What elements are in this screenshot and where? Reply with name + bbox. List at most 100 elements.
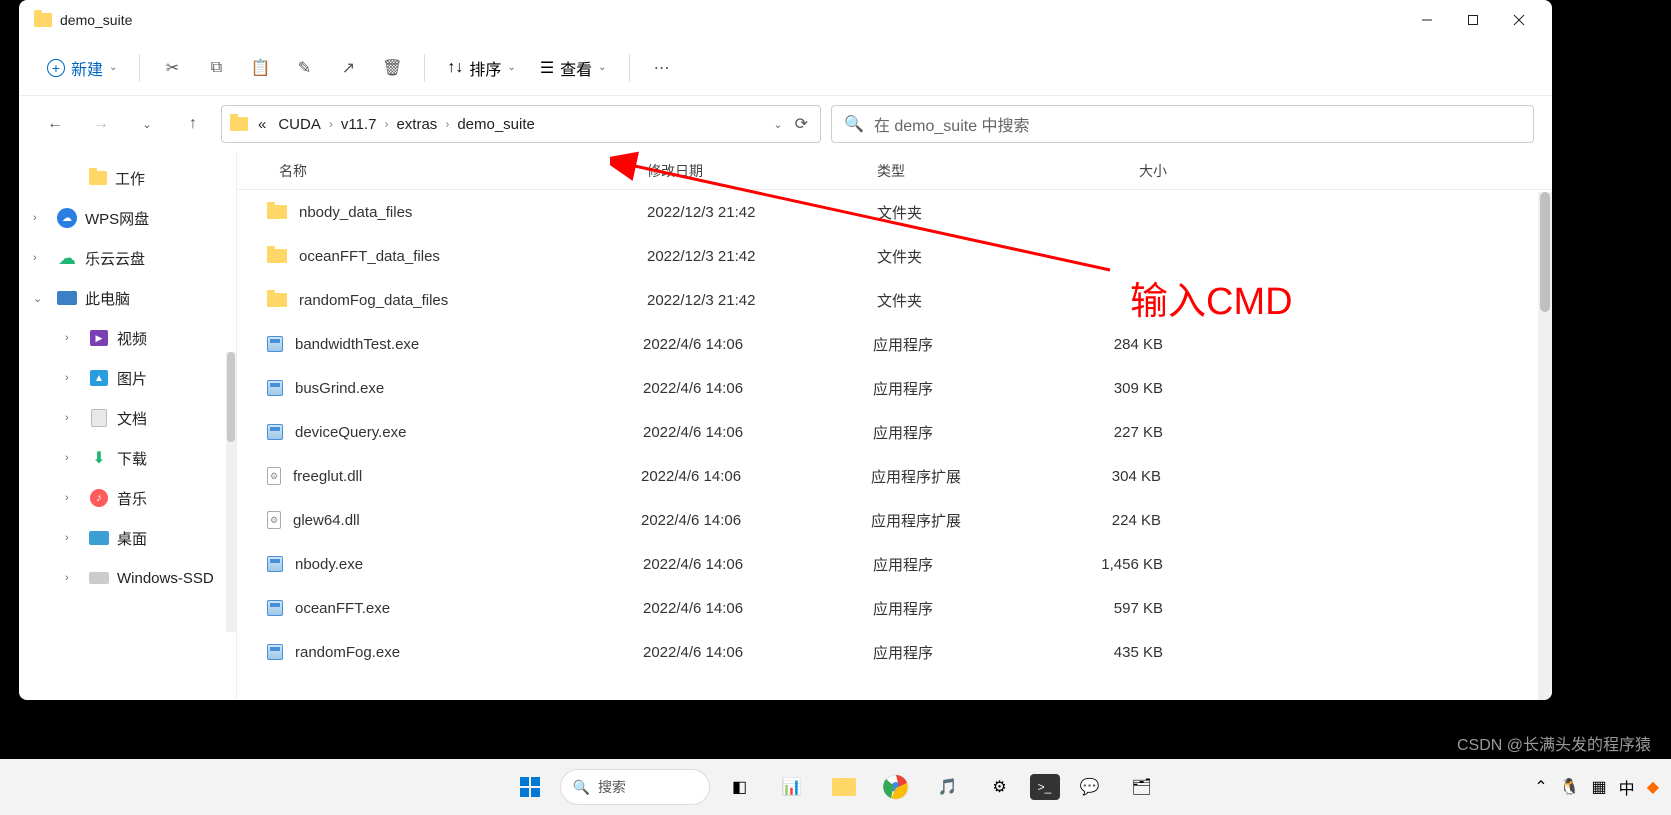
recent-button[interactable]: ⌄ <box>129 106 165 142</box>
copy-icon[interactable]: ⧉ <box>196 48 236 88</box>
music-icon[interactable]: 🎵 <box>926 765 970 809</box>
view-button[interactable]: ☰ 查看 ⌄ <box>530 50 617 86</box>
close-button[interactable] <box>1496 4 1542 36</box>
chevron-icon: › <box>33 252 49 264</box>
more-icon[interactable]: ⋯ <box>642 48 682 88</box>
file-type: 应用程序 <box>873 642 1053 663</box>
explorer-icon[interactable] <box>822 765 866 809</box>
chevron-icon: › <box>33 212 49 224</box>
sidebar-item-label: 此电脑 <box>85 288 130 309</box>
file-row[interactable]: bandwidthTest.exe2022/4/6 14:06应用程序284 K… <box>237 322 1552 366</box>
tray-icon[interactable]: ▦ <box>1592 777 1607 797</box>
breadcrumb-item[interactable]: demo_suite <box>453 114 539 135</box>
terminal-icon[interactable]: >_ <box>1030 774 1060 800</box>
breadcrumb-item[interactable]: extras <box>392 114 441 135</box>
taskbar-search[interactable]: 🔍搜索 <box>560 769 710 805</box>
file-row[interactable]: deviceQuery.exe2022/4/6 14:06应用程序227 KB <box>237 410 1552 454</box>
sidebar-item-label: 工作 <box>115 168 145 189</box>
chevron-icon: › <box>65 532 81 544</box>
settings-icon[interactable]: ⚙ <box>978 765 1022 809</box>
chrome-icon[interactable] <box>874 765 918 809</box>
chevron-down-icon[interactable]: ⌄ <box>769 114 786 135</box>
minimize-button[interactable] <box>1404 4 1450 36</box>
column-name[interactable]: 名称 <box>237 161 647 181</box>
sidebar-item[interactable]: ›桌面 <box>19 518 236 558</box>
breadcrumb-item[interactable]: CUDA <box>274 114 325 135</box>
chevron-down-icon: ⌄ <box>598 62 606 73</box>
file-row[interactable]: busGrind.exe2022/4/6 14:06应用程序309 KB <box>237 366 1552 410</box>
paste-icon[interactable]: 📋 <box>240 48 280 88</box>
exe-icon <box>267 380 283 396</box>
sidebar-item[interactable]: ›文档 <box>19 398 236 438</box>
app-icon[interactable]: 📊 <box>770 765 814 809</box>
scrollbar-thumb[interactable] <box>227 352 235 442</box>
breadcrumb-item[interactable]: v11.7 <box>337 114 381 135</box>
column-size[interactable]: 大小 <box>1057 161 1187 181</box>
file-type: 应用程序 <box>873 598 1053 619</box>
scrollbar-thumb[interactable] <box>1540 192 1550 312</box>
wechat-icon[interactable]: 💬 <box>1068 765 1112 809</box>
pic-icon: ▲ <box>89 368 109 388</box>
search-input[interactable]: 🔍 在 demo_suite 中搜索 <box>831 105 1534 143</box>
taskview-icon[interactable]: ◧ <box>718 765 762 809</box>
file-row[interactable]: oceanFFT_data_files2022/12/3 21:42文件夹 <box>237 234 1552 278</box>
titlebar[interactable]: demo_suite <box>19 0 1552 40</box>
desktop-icon <box>89 528 109 548</box>
file-name: oceanFFT_data_files <box>299 248 647 265</box>
file-size: 227 KB <box>1053 424 1183 441</box>
tray-icon[interactable]: ◆ <box>1647 777 1659 797</box>
sidebar-item[interactable]: ›☁乐云云盘 <box>19 238 236 278</box>
file-name: nbody.exe <box>295 556 643 573</box>
cut-icon[interactable]: ✂ <box>152 48 192 88</box>
chevron-right-icon: › <box>445 117 449 131</box>
file-type: 文件夹 <box>877 290 1057 311</box>
file-row[interactable]: freeglut.dll2022/4/6 14:06应用程序扩展304 KB <box>237 454 1552 498</box>
back-button[interactable]: ← <box>37 106 73 142</box>
watermark: CSDN @长满头发的程序猿 <box>1457 731 1651 755</box>
sidebar-item[interactable]: ›⬇下载 <box>19 438 236 478</box>
plus-icon: + <box>47 59 65 77</box>
file-type: 应用程序 <box>873 554 1053 575</box>
up-button[interactable]: ↑ <box>175 106 211 142</box>
file-name: randomFog.exe <box>295 644 643 661</box>
start-button[interactable] <box>508 765 552 809</box>
file-row[interactable]: randomFog.exe2022/4/6 14:06应用程序435 KB <box>237 630 1552 674</box>
file-row[interactable]: nbody.exe2022/4/6 14:06应用程序1,456 KB <box>237 542 1552 586</box>
sidebar-item[interactable]: ›☁WPS网盘 <box>19 198 236 238</box>
sort-button[interactable]: ↑↓ 排序 ⌄ <box>437 50 525 86</box>
chevron-down-icon: ⌄ <box>109 62 117 73</box>
file-row[interactable]: randomFog_data_files2022/12/3 21:42文件夹 <box>237 278 1552 322</box>
system-tray[interactable]: ⌃ 🐧 ▦ 中 ◆ <box>1534 775 1659 799</box>
scrollbar[interactable] <box>1538 192 1552 700</box>
maximize-button[interactable] <box>1450 4 1496 36</box>
delete-icon[interactable]: 🗑 <box>372 48 412 88</box>
scrollbar[interactable] <box>226 352 236 632</box>
sidebar-item[interactable]: 工作 <box>19 158 236 198</box>
column-date[interactable]: 修改日期 <box>647 161 877 181</box>
ime-icon[interactable]: 中 <box>1619 775 1635 799</box>
app-icon[interactable]: 🗂 <box>1120 765 1164 809</box>
tray-icon[interactable]: 🐧 <box>1560 777 1580 797</box>
sidebar-item[interactable]: ›Windows-SSD <box>19 558 236 598</box>
chevron-up-icon[interactable]: ⌃ <box>1534 777 1547 797</box>
new-button[interactable]: + 新建 ⌄ <box>37 50 127 86</box>
sidebar-item[interactable]: ›▶视频 <box>19 318 236 358</box>
column-type[interactable]: 类型 <box>877 161 1057 181</box>
file-row[interactable]: glew64.dll2022/4/6 14:06应用程序扩展224 KB <box>237 498 1552 542</box>
sidebar-item[interactable]: ›▲图片 <box>19 358 236 398</box>
address-bar[interactable]: « CUDA › v11.7 › extras › demo_suite ⌄ ⟳ <box>221 105 821 143</box>
doc-icon <box>89 408 109 428</box>
file-date: 2022/12/3 21:42 <box>647 204 877 221</box>
breadcrumb-overflow[interactable]: « <box>254 114 270 135</box>
exe-icon <box>267 556 283 572</box>
rename-icon[interactable]: ✎ <box>284 48 324 88</box>
file-date: 2022/4/6 14:06 <box>643 556 873 573</box>
file-row[interactable]: oceanFFT.exe2022/4/6 14:06应用程序597 KB <box>237 586 1552 630</box>
forward-button[interactable]: → <box>83 106 119 142</box>
refresh-icon[interactable]: ⟳ <box>791 110 812 138</box>
share-icon[interactable]: ↗ <box>328 48 368 88</box>
sidebar-item[interactable]: ›♪音乐 <box>19 478 236 518</box>
file-row[interactable]: nbody_data_files2022/12/3 21:42文件夹 <box>237 190 1552 234</box>
sidebar-item[interactable]: ⌄此电脑 <box>19 278 236 318</box>
search-icon: 🔍 <box>844 114 864 134</box>
